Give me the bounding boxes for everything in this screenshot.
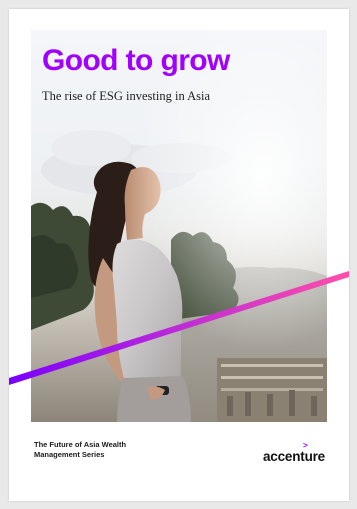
accenture-logo: > accenture [263,442,335,466]
report-title: Good to grow [42,44,230,77]
logo-wordmark: accenture [263,449,325,464]
series-name: The Future of Asia Wealth Management Ser… [34,440,127,459]
report-subtitle: The rise of ESG investing in Asia [42,89,211,103]
cover-photo: Good to grow The rise of ESG investing i… [31,30,327,422]
report-cover: Good to grow The rise of ESG investing i… [9,9,349,501]
